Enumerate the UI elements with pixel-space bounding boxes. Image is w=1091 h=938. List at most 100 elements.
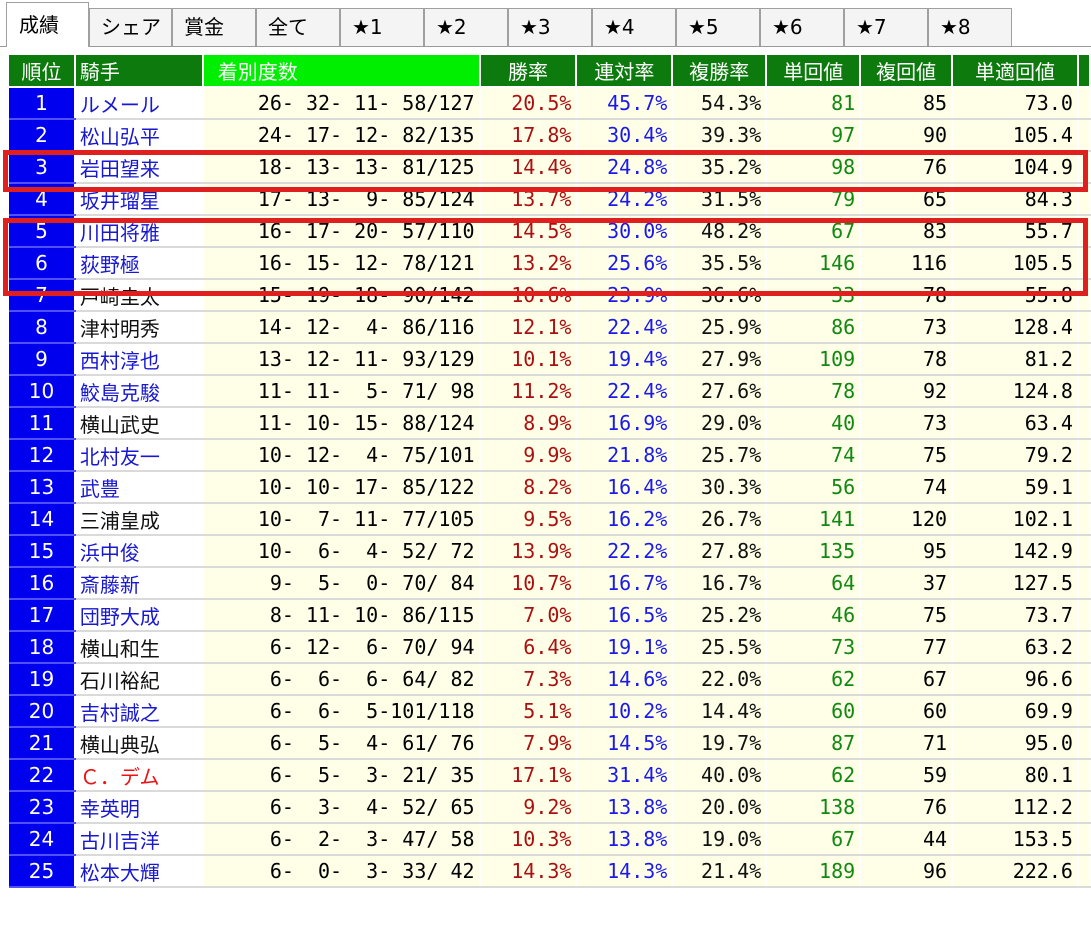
tab-star8[interactable]: ★8 [928, 8, 1012, 46]
tab-share[interactable]: シェア [89, 8, 172, 46]
adj-return-cell: 80.1 [952, 759, 1079, 792]
show-rate-cell: 35.2% [672, 151, 768, 184]
record-cell: 24- 17- 12- 82/135 [202, 119, 481, 152]
table-row[interactable]: 7 戸崎圭太 15- 19- 18- 90/142 10.6% 23.9% 36.6% 33… [9, 279, 1091, 312]
record-cell: 10- 12- 4- 75/101 [202, 439, 481, 472]
rank-cell: 21 [9, 727, 76, 760]
col-record-header[interactable]: 着別度数 [202, 55, 481, 88]
table-row[interactable]: 9 西村淳也 13- 12- 11- 93/129 10.1% 19.4% 27.9% 10… [9, 343, 1091, 376]
win-rate-cell: 13.9% [479, 535, 578, 568]
table-row[interactable]: 21 横山典弘 6- 5- 4- 61/ 76 7.9% 14.5% 19.7% 87 71… [9, 727, 1091, 760]
rank-cell: 10 [9, 375, 76, 408]
win-rate-cell: 9.2% [479, 791, 578, 824]
rank-cell: 7 [9, 279, 76, 312]
jockey-name: 幸英明 [74, 791, 204, 824]
show-return-cell: 96 [860, 855, 954, 888]
win-rate-cell: 11.2% [479, 375, 578, 408]
table-row[interactable]: 17 団野大成 8- 11- 10- 86/115 7.0% 16.5% 25.2% 46… [9, 599, 1091, 632]
table-row[interactable]: 13 武豊 10- 10- 17- 85/122 8.2% 16.4% 30.3% 56 74… [9, 471, 1091, 504]
table-row[interactable]: 15 浜中俊 10- 6- 4- 52/ 72 13.9% 22.2% 27.8% 135 9… [9, 535, 1091, 568]
col-rank-header[interactable]: 順位 [9, 55, 76, 88]
jockey-name: 三浦皇成 [74, 503, 204, 536]
win-rate-cell: 8.2% [479, 471, 578, 504]
show-rate-cell: 19.7% [672, 727, 768, 760]
record-cell: 6- 2- 3- 47/ 58 [202, 823, 481, 856]
win-return-cell: 138 [766, 791, 862, 824]
show-rate-cell: 22.0% [672, 663, 768, 696]
win-return-cell: 78 [766, 375, 862, 408]
jockey-name: 石川裕紀 [74, 663, 204, 696]
table-row[interactable]: 19 石川裕紀 6- 6- 6- 64/ 82 7.3% 14.6% 22.0% 62 67… [9, 663, 1091, 696]
rank-cell: 15 [9, 535, 76, 568]
rank-cell: 9 [9, 343, 76, 376]
tab-star1[interactable]: ★1 [340, 8, 424, 46]
tab-star5[interactable]: ★5 [676, 8, 760, 46]
adj-return-cell: 81.2 [952, 343, 1079, 376]
table-row[interactable]: 24 古川吉洋 6- 2- 3- 47/ 58 10.3% 13.8% 19.0% 67 4… [9, 823, 1091, 856]
tab-all[interactable]: 全て [256, 8, 340, 46]
table-row[interactable]: 6 荻野極 16- 15- 12- 78/121 13.2% 25.6% 35.5% 146… [9, 247, 1091, 280]
win-return-cell: 62 [766, 663, 862, 696]
win-rate-cell: 10.1% [479, 343, 578, 376]
tab-star7[interactable]: ★7 [844, 8, 928, 46]
show-rate-cell: 39.3% [672, 119, 768, 152]
rank-cell: 18 [9, 631, 76, 664]
table-row[interactable]: 2 松山弘平 24- 17- 12- 82/135 17.8% 30.4% 39.3% 97… [9, 119, 1091, 152]
table-row[interactable]: 20 吉村誠之 6- 6- 5-101/118 5.1% 10.2% 14.4% 60 60… [9, 695, 1091, 728]
jockey-name: 吉村誠之 [74, 695, 204, 728]
table-row[interactable]: 5 川田将雅 16- 17- 20- 57/110 14.5% 30.0% 48.2% 67… [9, 215, 1091, 248]
place-rate-cell: 30.4% [576, 119, 674, 152]
row-tail [1077, 663, 1091, 696]
place-rate-cell: 16.5% [576, 599, 674, 632]
table-row[interactable]: 22 Ｃ．デム 6- 5- 3- 21/ 35 17.1% 31.4% 40.0% 62 5… [9, 759, 1091, 792]
place-rate-cell: 45.7% [576, 87, 674, 120]
col-jockey-header[interactable]: 騎手 [74, 55, 204, 88]
place-rate-cell: 16.9% [576, 407, 674, 440]
win-return-cell: 81 [766, 87, 862, 120]
col-show-return-header[interactable]: 複回値 [860, 55, 954, 88]
table-row[interactable]: 18 横山和生 6- 12- 6- 70/ 94 6.4% 19.1% 25.5% 73 7… [9, 631, 1091, 664]
tab-prize[interactable]: 賞金 [172, 8, 256, 46]
table-row[interactable]: 14 三浦皇成 10- 7- 11- 77/105 9.5% 16.2% 26.7% 141… [9, 503, 1091, 536]
table-row[interactable]: 11 横山武史 11- 10- 15- 88/124 8.9% 16.9% 29.0% 40… [9, 407, 1091, 440]
win-return-cell: 109 [766, 343, 862, 376]
record-cell: 18- 13- 13- 81/125 [202, 151, 481, 184]
adj-return-cell: 55.8 [952, 279, 1079, 312]
table-row[interactable]: 1 ルメール 26- 32- 11- 58/127 20.5% 45.7% 54.3% 81… [9, 87, 1091, 120]
table-row[interactable]: 8 津村明秀 14- 12- 4- 86/116 12.1% 22.4% 25.9% 86 7… [9, 311, 1091, 344]
show-return-cell: 37 [860, 567, 954, 600]
win-rate-cell: 8.9% [479, 407, 578, 440]
jockey-name: 戸崎圭太 [74, 279, 204, 312]
results-grid[interactable]: 順位 騎手 着別度数 勝率 連対率 複勝率 単回値 複回値 単適回値 1 ルメール… [9, 55, 1091, 938]
show-return-cell: 92 [860, 375, 954, 408]
col-place-rate-header[interactable]: 連対率 [576, 55, 674, 88]
table-row[interactable]: 25 松本大輝 6- 0- 3- 33/ 42 14.3% 14.3% 21.4% 189… [9, 855, 1091, 888]
table-row[interactable]: 16 斎藤新 9- 5- 0- 70/ 84 10.7% 16.7% 16.7% 64 37… [9, 567, 1091, 600]
tab-results[interactable]: 成績 [6, 2, 89, 47]
rank-cell: 13 [9, 471, 76, 504]
tab-star4[interactable]: ★4 [592, 8, 676, 46]
place-rate-cell: 19.1% [576, 631, 674, 664]
col-adj-return-header[interactable]: 単適回値 [952, 55, 1079, 88]
row-tail [1077, 375, 1091, 408]
col-win-rate-header[interactable]: 勝率 [479, 55, 578, 88]
table-row[interactable]: 3 岩田望来 18- 13- 13- 81/125 14.4% 24.8% 35.2% 98… [9, 151, 1091, 184]
table-row[interactable]: 12 北村友一 10- 12- 4- 75/101 9.9% 21.8% 25.7% 74 7… [9, 439, 1091, 472]
tab-divider [0, 46, 1091, 47]
col-show-rate-header[interactable]: 複勝率 [672, 55, 768, 88]
win-return-cell: 62 [766, 759, 862, 792]
record-cell: 6- 5- 4- 61/ 76 [202, 727, 481, 760]
win-return-cell: 87 [766, 727, 862, 760]
col-win-return-header[interactable]: 単回値 [766, 55, 862, 88]
tab-star3[interactable]: ★3 [508, 8, 592, 46]
tab-star2[interactable]: ★2 [424, 8, 508, 46]
row-tail [1077, 631, 1091, 664]
win-rate-cell: 12.1% [479, 311, 578, 344]
table-row[interactable]: 10 鮫島克駿 11- 11- 5- 71/ 98 11.2% 22.4% 27.6% 78… [9, 375, 1091, 408]
table-row[interactable]: 4 坂井瑠星 17- 13- 9- 85/124 13.7% 24.2% 31.5% 79 6… [9, 183, 1091, 216]
record-cell: 10- 7- 11- 77/105 [202, 503, 481, 536]
table-row[interactable]: 23 幸英明 6- 3- 4- 52/ 65 9.2% 13.8% 20.0% 138 76… [9, 791, 1091, 824]
tab-star6[interactable]: ★6 [760, 8, 844, 46]
rank-cell: 16 [9, 567, 76, 600]
win-rate-cell: 20.5% [479, 87, 578, 120]
